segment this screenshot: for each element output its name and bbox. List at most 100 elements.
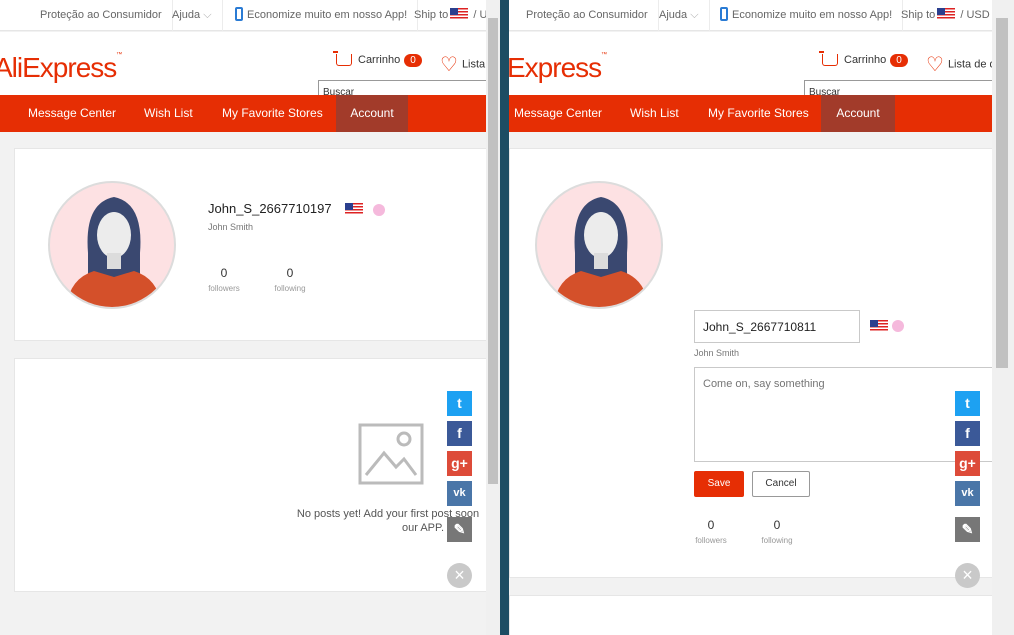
logo-text: AliExpress	[0, 52, 117, 83]
following-stat[interactable]: 0 following	[752, 518, 802, 545]
avatar-icon	[66, 197, 162, 307]
twitter-icon: t	[965, 395, 970, 411]
cart-label: Carrinho	[844, 54, 887, 66]
app-promo-label: Economize muito em nosso App!	[732, 9, 893, 21]
following-label: following	[274, 284, 306, 293]
nav-favorite-stores[interactable]: My Favorite Stores	[208, 95, 337, 132]
vk-share-button[interactable]: vk	[447, 481, 472, 506]
right-window: Proteção ao Consumidor Ajuda ⌵ Economize…	[509, 0, 1014, 635]
username-text: John_S_2667710197	[208, 201, 332, 216]
consumer-protection-link[interactable]: Proteção ao Consumidor	[30, 0, 173, 31]
close-icon: ×	[454, 565, 465, 585]
followers-count: 0	[707, 518, 715, 532]
following-stat[interactable]: 0 following	[265, 266, 315, 293]
vk-icon: vk	[961, 487, 974, 499]
consumer-protection-label: Proteção ao Consumidor	[526, 9, 648, 21]
aliexpress-logo[interactable]: AliExpress™	[0, 52, 122, 84]
ship-to-selector[interactable]: Ship to / U	[404, 0, 497, 31]
image-placeholder-icon	[358, 423, 424, 485]
twitter-share-button[interactable]: t	[447, 391, 472, 416]
consumer-protection-link[interactable]: Proteção ao Consumidor	[516, 0, 659, 31]
app-promo-label: Economize muito em nosso App!	[247, 9, 408, 21]
vk-share-button[interactable]: vk	[955, 481, 980, 506]
profile-card: John_S_2667710197 John Smith 0 followers …	[14, 148, 494, 341]
aliexpress-logo[interactable]: Express™	[509, 52, 607, 84]
twitter-share-button[interactable]: t	[955, 391, 980, 416]
posts-card: No posts yet! Add your first post soon o…	[14, 358, 494, 592]
nav-account[interactable]: Account	[821, 95, 895, 132]
nav-message-center[interactable]: Message Center	[509, 95, 616, 132]
top-bar: Proteção ao Consumidor Ajuda ⌵ Economize…	[0, 0, 500, 31]
following-label: following	[761, 536, 793, 545]
us-flag-icon	[345, 202, 364, 215]
posts-card	[509, 595, 1009, 635]
username-input[interactable]	[694, 310, 860, 343]
save-button[interactable]: Save	[694, 471, 744, 497]
profile-edit-card: John Smith Save Cancel 0 followers 0 follo…	[509, 148, 1009, 578]
real-name: John Smith	[694, 348, 740, 358]
wishlist-link[interactable]: ♡ Lista de d	[926, 52, 996, 77]
avatar-icon	[553, 197, 649, 307]
app-promo-link[interactable]: Economize muito em nosso App!	[225, 0, 419, 31]
nav-message-center[interactable]: Message Center	[14, 95, 130, 132]
logo-tm: ™	[601, 52, 607, 58]
cart-count-badge: 0	[890, 54, 908, 67]
site-header: Express™ Carrinho 0 ♡ Lista de d	[509, 32, 1014, 104]
ship-to-selector[interactable]: Ship to / USD	[891, 0, 1000, 31]
real-name: John Smith	[208, 222, 254, 232]
close-icon: ×	[962, 565, 973, 585]
cart-link[interactable]: Carrinho 0	[819, 51, 908, 67]
member-badge-icon	[892, 320, 904, 332]
followers-label: followers	[695, 536, 727, 545]
separator: /	[473, 9, 477, 21]
close-share-button[interactable]: ×	[955, 563, 980, 588]
ship-to-label: Ship to	[414, 9, 449, 21]
google-plus-share-button[interactable]: g+	[955, 451, 980, 476]
phone-icon	[720, 7, 728, 22]
currency-label: USD	[966, 9, 990, 21]
facebook-share-button[interactable]: f	[447, 421, 472, 446]
wishlist-link[interactable]: ♡ Lista	[440, 52, 485, 77]
edit-button[interactable]: ✎	[447, 517, 472, 542]
nav-account[interactable]: Account	[336, 95, 408, 132]
help-label: Ajuda	[172, 9, 201, 21]
scrollbar[interactable]	[486, 0, 500, 635]
close-share-button[interactable]: ×	[447, 563, 472, 588]
vk-icon: vk	[453, 487, 466, 499]
cancel-button[interactable]: Cancel	[752, 471, 810, 497]
google-plus-share-button[interactable]: g+	[447, 451, 472, 476]
scroll-thumb[interactable]	[996, 18, 1008, 368]
help-label: Ajuda	[659, 9, 688, 21]
google-plus-icon: g+	[451, 455, 468, 471]
cart-label: Carrinho	[358, 54, 401, 66]
logo-tm: ™	[116, 52, 122, 58]
help-menu[interactable]: Ajuda ⌵	[162, 0, 223, 31]
chevron-down-icon: ⌵	[690, 9, 699, 21]
help-menu[interactable]: Ajuda ⌵	[649, 0, 710, 31]
username: John_S_2667710197	[208, 201, 385, 216]
twitter-icon: t	[457, 395, 462, 411]
nav-wish-list[interactable]: Wish List	[130, 95, 207, 132]
scrollbar[interactable]	[992, 0, 1014, 635]
followers-stat[interactable]: 0 followers	[199, 266, 249, 293]
wishlist-label: Lista de d	[947, 58, 996, 71]
chevron-down-icon: ⌵	[203, 9, 212, 21]
app-promo-link[interactable]: Economize muito em nosso App!	[710, 0, 904, 31]
nav-favorite-stores[interactable]: My Favorite Stores	[694, 95, 823, 132]
cart-count-badge: 0	[404, 54, 422, 67]
main-nav: Message Center Wish List My Favorite Sto…	[0, 95, 500, 132]
scroll-thumb[interactable]	[488, 18, 498, 484]
wishlist-label: Lista	[461, 58, 486, 71]
avatar[interactable]	[48, 181, 176, 309]
facebook-share-button[interactable]: f	[955, 421, 980, 446]
cart-link[interactable]: Carrinho 0	[333, 51, 422, 67]
edit-button[interactable]: ✎	[955, 517, 980, 542]
followers-stat[interactable]: 0 followers	[686, 518, 736, 545]
nav-wish-list[interactable]: Wish List	[616, 95, 693, 132]
us-flag-icon	[870, 320, 888, 332]
followers-label: followers	[208, 284, 240, 293]
cart-icon	[333, 51, 352, 67]
following-count: 0	[286, 266, 294, 280]
avatar[interactable]	[535, 181, 663, 309]
us-flag-icon	[937, 8, 956, 21]
